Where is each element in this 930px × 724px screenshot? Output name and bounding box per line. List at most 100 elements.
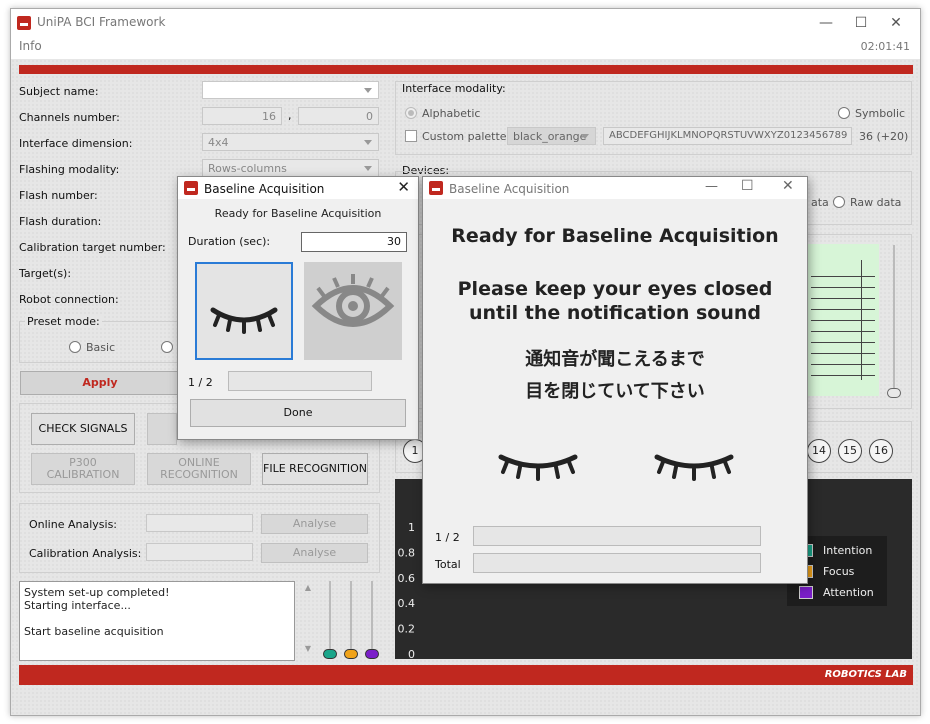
preset-advanced-radio[interactable] [161, 341, 173, 353]
focus-slider-handle[interactable] [344, 649, 358, 659]
alphabet-field[interactable]: ABCDEFGHIJKLMNOPQRSTUVWXYZ0123456789 [603, 127, 852, 145]
dialog-title: Baseline Acquisition [449, 182, 570, 196]
done-button[interactable]: Done [190, 399, 406, 427]
app-logo-icon [429, 181, 443, 195]
check-signals-button[interactable]: CHECK SIGNALS [31, 413, 135, 445]
log-line: Start baseline acquisition [24, 625, 164, 638]
calibration-analyse-button[interactable]: Analyse [261, 543, 368, 563]
apply-button[interactable]: Apply [20, 371, 180, 395]
signal-marker [861, 260, 862, 380]
legend-swatch [799, 586, 813, 599]
symbolic-radio[interactable] [838, 107, 850, 119]
eye-closed-icon [654, 454, 734, 481]
instruction-line-1: Please keep your eyes closed [457, 278, 773, 300]
log-line: System set-up completed! [24, 586, 170, 599]
y-tick-label: 0.4 [398, 597, 416, 610]
raw-data-radio[interactable] [833, 196, 845, 208]
log-box[interactable]: System set-up completed! Starting interf… [19, 581, 295, 661]
eyes-open-option[interactable] [304, 262, 402, 360]
close-icon[interactable]: ✕ [782, 178, 794, 194]
log-line: Starting interface... [24, 599, 131, 612]
maximize-icon[interactable]: ☐ [846, 12, 876, 34]
step-progress-label: 1 / 2 [435, 531, 460, 544]
y-tick-label: 0.6 [398, 572, 416, 585]
channels-aux-field[interactable]: 0 [298, 107, 379, 125]
symbolic-label: Symbolic [855, 107, 906, 120]
channels-eeg-field[interactable]: 16 [202, 107, 282, 125]
channels-label: Channels number: [19, 111, 120, 124]
minimize-icon[interactable]: — [811, 12, 841, 34]
flashing-combo[interactable]: Rows-columns [202, 159, 379, 177]
target-button-15[interactable]: 15 [838, 439, 862, 463]
online-analysis-label: Online Analysis: [29, 518, 118, 531]
custom-palette-label: Custom palette [422, 130, 507, 143]
subject-name-combo[interactable] [202, 81, 379, 99]
alphabetic-radio[interactable] [405, 107, 417, 119]
raw-data-label: Raw data [850, 196, 902, 209]
legend-attention: Attention [823, 586, 874, 599]
legend-intention: Intention [823, 544, 873, 557]
calibration-analysis-label: Calibration Analysis: [29, 547, 142, 560]
duration-input[interactable]: 30 [301, 232, 407, 252]
interface-dim-combo[interactable]: 4x4 [202, 133, 379, 151]
dialog-title-bar: Baseline Acquisition ✕ [178, 177, 418, 199]
dialog-progress-bar [228, 371, 372, 391]
step-progress-bar [473, 526, 761, 546]
interface-modality-label: Interface modality: [402, 82, 506, 95]
action-button-2[interactable] [147, 413, 177, 445]
slider-track [371, 581, 373, 653]
online-recognition-button[interactable]: ONLINE RECOGNITION [147, 453, 251, 485]
menu-info[interactable]: Info [19, 39, 42, 53]
p300-calibration-button[interactable]: P300 CALIBRATION [31, 453, 135, 485]
close-icon[interactable]: ✕ [397, 178, 410, 196]
robot-label: Robot connection: [19, 293, 119, 306]
subject-name-label: Subject name: [19, 85, 99, 98]
dialog-header: Ready for Baseline Acquisition [214, 207, 382, 220]
top-accent-bar [19, 65, 913, 74]
log-scrollbar[interactable]: ▲ ▼ [303, 583, 313, 657]
channels-separator: , [288, 109, 292, 122]
total-progress-bar [473, 553, 761, 573]
y-tick-label: 0 [408, 648, 415, 659]
interface-dim-label: Interface dimension: [19, 137, 133, 150]
target-button-16[interactable]: 16 [869, 439, 893, 463]
maximize-icon[interactable]: ☐ [741, 178, 754, 194]
app-logo-icon [17, 16, 31, 30]
file-recognition-button[interactable]: FILE RECOGNITION [262, 453, 368, 485]
total-progress-label: Total [435, 558, 461, 571]
vertical-slider-track [893, 245, 895, 395]
alphabet-count: 36 (+20) [859, 130, 909, 143]
custom-palette-checkbox[interactable] [405, 130, 417, 142]
dialog-title: Baseline Acquisition [204, 182, 325, 196]
close-icon[interactable]: ✕ [881, 12, 911, 34]
targets-label: Target(s): [19, 267, 72, 280]
slider-track [350, 581, 352, 653]
preset-basic-radio[interactable] [69, 341, 81, 353]
y-tick-label: 1 [408, 521, 415, 534]
eye-closed-icon [210, 307, 278, 334]
menu-bar: Info 02:01:41 [11, 37, 920, 59]
instruction-jp-2: 目を閉じていて下さい [525, 381, 705, 402]
window-title: UniPA BCI Framework [37, 15, 166, 29]
dialog-heading: Ready for Baseline Acquisition [451, 225, 779, 247]
online-analyse-button[interactable]: Analyse [261, 514, 368, 534]
online-analysis-field[interactable] [146, 514, 253, 532]
calibration-analysis-field[interactable] [146, 543, 253, 561]
eye-open-icon [311, 274, 395, 327]
alphabetic-label: Alphabetic [422, 107, 481, 120]
slider-track [329, 581, 331, 653]
preset-label: Preset mode: [25, 315, 102, 328]
palette-combo[interactable]: black_orange [507, 127, 596, 145]
y-tick-label: 0.8 [398, 546, 416, 559]
minimize-icon[interactable]: — [705, 179, 718, 194]
vertical-slider-handle[interactable] [887, 388, 901, 398]
legend-focus: Focus [823, 565, 855, 578]
eyes-closed-option[interactable] [195, 262, 293, 360]
target-button-14[interactable]: 14 [807, 439, 831, 463]
intention-slider-handle[interactable] [323, 649, 337, 659]
eye-closed-icon [498, 454, 578, 481]
robotics-lab-logo: ROBOTICS LAB [824, 669, 907, 680]
data-option-label: ata [811, 196, 829, 209]
duration-label: Duration (sec): [188, 235, 271, 248]
attention-slider-handle[interactable] [365, 649, 379, 659]
